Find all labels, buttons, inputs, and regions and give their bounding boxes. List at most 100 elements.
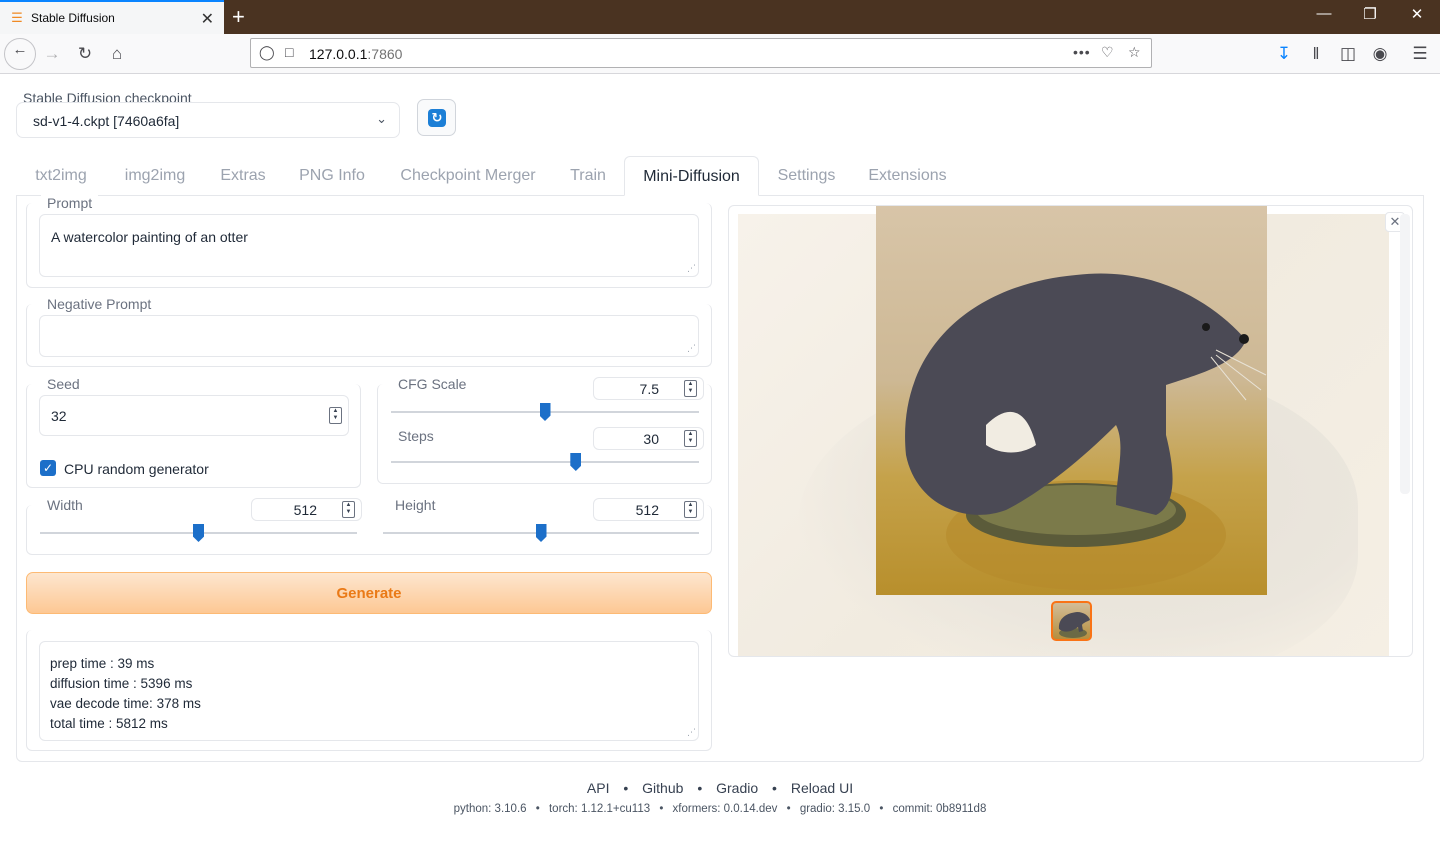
tab-mini-diffusion[interactable]: Mini-Diffusion bbox=[624, 156, 759, 196]
browser-titlebar: ☰ Stable Diffusion ✕ + — ❐ ✕ bbox=[0, 0, 1440, 34]
tab-settings[interactable]: Settings bbox=[768, 156, 845, 196]
tab-extensions[interactable]: Extensions bbox=[861, 156, 954, 196]
seed-value: 32 bbox=[51, 408, 67, 424]
width-input[interactable]: 512 ▲ ▼ bbox=[251, 498, 362, 521]
output-textarea[interactable]: prep time : 39 ms diffusion time : 5396 … bbox=[39, 641, 699, 741]
tab-close-icon[interactable]: ✕ bbox=[201, 9, 214, 29]
dimensions-block: Width 512 ▲ ▼ Height 512 ▲ ▼ bbox=[26, 497, 712, 555]
width-value: 512 bbox=[293, 502, 317, 518]
stable-diffusion-favicon-icon: ☰ bbox=[11, 10, 23, 25]
steps-spinner-icon[interactable]: ▲ ▼ bbox=[684, 430, 697, 447]
version-commit: commit: 0b8911d8 bbox=[892, 803, 987, 815]
cfg-steps-block: CFG Scale 7.5 ▲ ▼ Steps 30 ▲ ▼ bbox=[377, 376, 712, 484]
steps-slider-track[interactable] bbox=[391, 461, 699, 463]
gallery-thumbnail[interactable] bbox=[1051, 601, 1092, 641]
height-value: 512 bbox=[635, 502, 659, 518]
seed-input[interactable]: 32 ▲ ▼ bbox=[39, 395, 349, 436]
height-input[interactable]: 512 ▲ ▼ bbox=[593, 498, 704, 521]
resize-grip-icon[interactable]: ⋰ bbox=[687, 727, 696, 738]
footer-version-info: python: 3.10.6 • torch: 1.12.1+cu113 • x… bbox=[0, 803, 1440, 815]
cfg-scale-input[interactable]: 7.5 ▲ ▼ bbox=[593, 377, 704, 400]
tab-checkpoint-merger[interactable]: Checkpoint Merger bbox=[387, 156, 549, 196]
seed-block: Seed 32 ▲ ▼ ✓ CPU random generator bbox=[26, 376, 361, 488]
cfg-scale-slider-thumb[interactable] bbox=[539, 403, 551, 421]
footer-link-gradio[interactable]: Gradio bbox=[716, 780, 758, 796]
restore-icon[interactable]: ❐ bbox=[1360, 5, 1380, 23]
tab-extras[interactable]: Extras bbox=[209, 156, 277, 196]
thumbnail-otter-image bbox=[1058, 612, 1090, 638]
checkpoint-dropdown[interactable]: sd-v1-4.ckpt [7460a6fa] ⌄ bbox=[16, 102, 400, 138]
cpu-random-checkbox[interactable]: ✓ bbox=[40, 460, 56, 476]
version-gradio: gradio: 3.15.0 bbox=[799, 803, 871, 815]
footer-separator: • bbox=[772, 780, 777, 796]
url-port: :7860 bbox=[367, 46, 403, 62]
footer-links: API • Github • Gradio • Reload UI bbox=[0, 780, 1440, 796]
footer-separator: • bbox=[879, 803, 884, 815]
seed-label: Seed bbox=[41, 376, 86, 392]
url-bar[interactable]: ◯ □ 127.0.0.1:7860 ••• ♡ ☆ bbox=[250, 38, 1152, 68]
page-info-icon[interactable]: □ bbox=[285, 44, 293, 60]
back-icon[interactable]: ← bbox=[4, 38, 36, 70]
menu-icon[interactable]: ☰ bbox=[1408, 42, 1432, 66]
footer-separator: • bbox=[786, 803, 791, 815]
height-slider-thumb[interactable] bbox=[535, 524, 547, 542]
account-icon[interactable]: ◉ bbox=[1368, 42, 1392, 66]
refresh-checkpoint-button[interactable]: ↻ bbox=[417, 99, 456, 136]
tab-train[interactable]: Train bbox=[561, 156, 615, 196]
reload-icon[interactable]: ↻ bbox=[73, 42, 97, 66]
steps-input[interactable]: 30 ▲ ▼ bbox=[593, 427, 704, 450]
negative-prompt-label: Negative Prompt bbox=[41, 296, 158, 312]
browser-tab[interactable]: ☰ Stable Diffusion ✕ bbox=[0, 0, 224, 34]
checkpoint-value: sd-v1-4.ckpt [7460a6fa] bbox=[33, 113, 180, 129]
steps-slider-thumb[interactable] bbox=[570, 453, 582, 471]
forward-icon[interactable]: → bbox=[40, 42, 64, 66]
home-icon[interactable]: ⌂ bbox=[105, 42, 129, 66]
pocket-icon[interactable]: ♡ bbox=[1101, 44, 1114, 61]
library-icon[interactable]: ‖ bbox=[1304, 42, 1328, 66]
version-python: python: 3.10.6 bbox=[453, 803, 527, 815]
width-spinner-icon[interactable]: ▲ ▼ bbox=[342, 501, 355, 518]
resize-grip-icon[interactable]: ⋰ bbox=[687, 263, 696, 274]
output-line-total: total time : 5812 ms bbox=[50, 716, 168, 731]
prompt-label: Prompt bbox=[41, 195, 99, 211]
window-close-icon[interactable]: ✕ bbox=[1407, 5, 1427, 23]
cfg-scale-value: 7.5 bbox=[639, 381, 659, 397]
negative-prompt-textarea[interactable]: ⋰ bbox=[39, 315, 699, 357]
width-slider-thumb[interactable] bbox=[193, 524, 204, 542]
generated-image[interactable] bbox=[876, 206, 1267, 595]
tab-img2img[interactable]: img2img bbox=[112, 156, 198, 196]
bookmark-star-icon[interactable]: ☆ bbox=[1128, 44, 1141, 61]
prompt-textarea[interactable]: A watercolor painting of an otter ⋰ bbox=[39, 214, 699, 277]
footer-link-api[interactable]: API bbox=[587, 780, 610, 796]
negative-prompt-block: Negative Prompt ⋰ bbox=[26, 296, 712, 367]
output-line-prep: prep time : 39 ms bbox=[50, 656, 155, 671]
footer-link-github[interactable]: Github bbox=[642, 780, 683, 796]
footer-separator: • bbox=[623, 780, 629, 796]
generate-button[interactable]: Generate bbox=[26, 572, 712, 614]
new-tab-icon[interactable]: + bbox=[232, 4, 245, 30]
prompt-text: A watercolor painting of an otter bbox=[51, 229, 248, 245]
output-block: prep time : 39 ms diffusion time : 5396 … bbox=[26, 630, 712, 751]
seed-spinner-icon[interactable]: ▲ ▼ bbox=[329, 407, 342, 424]
gallery-scrollbar[interactable] bbox=[1400, 214, 1410, 494]
height-spinner-icon[interactable]: ▲ ▼ bbox=[684, 501, 697, 518]
output-line-diffusion: diffusion time : 5396 ms bbox=[50, 676, 193, 691]
shield-icon[interactable]: ◯ bbox=[259, 44, 275, 61]
footer-link-reload-ui[interactable]: Reload UI bbox=[791, 780, 853, 796]
width-label: Width bbox=[41, 497, 89, 513]
more-actions-icon[interactable]: ••• bbox=[1073, 44, 1091, 60]
otter-painting bbox=[905, 273, 1267, 590]
tab-txt2img[interactable]: txt2img bbox=[20, 156, 102, 196]
minimize-icon[interactable]: — bbox=[1314, 5, 1334, 22]
chevron-down-icon: ⌄ bbox=[376, 111, 387, 126]
sidebar-icon[interactable]: ◫ bbox=[1336, 42, 1360, 66]
resize-grip-icon[interactable]: ⋰ bbox=[687, 343, 696, 354]
cfg-spinner-icon[interactable]: ▲ ▼ bbox=[684, 380, 697, 397]
height-label: Height bbox=[389, 497, 442, 513]
prompt-block: Prompt A watercolor painting of an otter… bbox=[26, 195, 712, 288]
footer-separator: • bbox=[697, 780, 703, 796]
tab-png-info[interactable]: PNG Info bbox=[288, 156, 376, 196]
download-icon[interactable]: ↧ bbox=[1272, 42, 1296, 66]
cpu-random-label: CPU random generator bbox=[64, 461, 209, 477]
footer-separator: • bbox=[659, 803, 664, 815]
